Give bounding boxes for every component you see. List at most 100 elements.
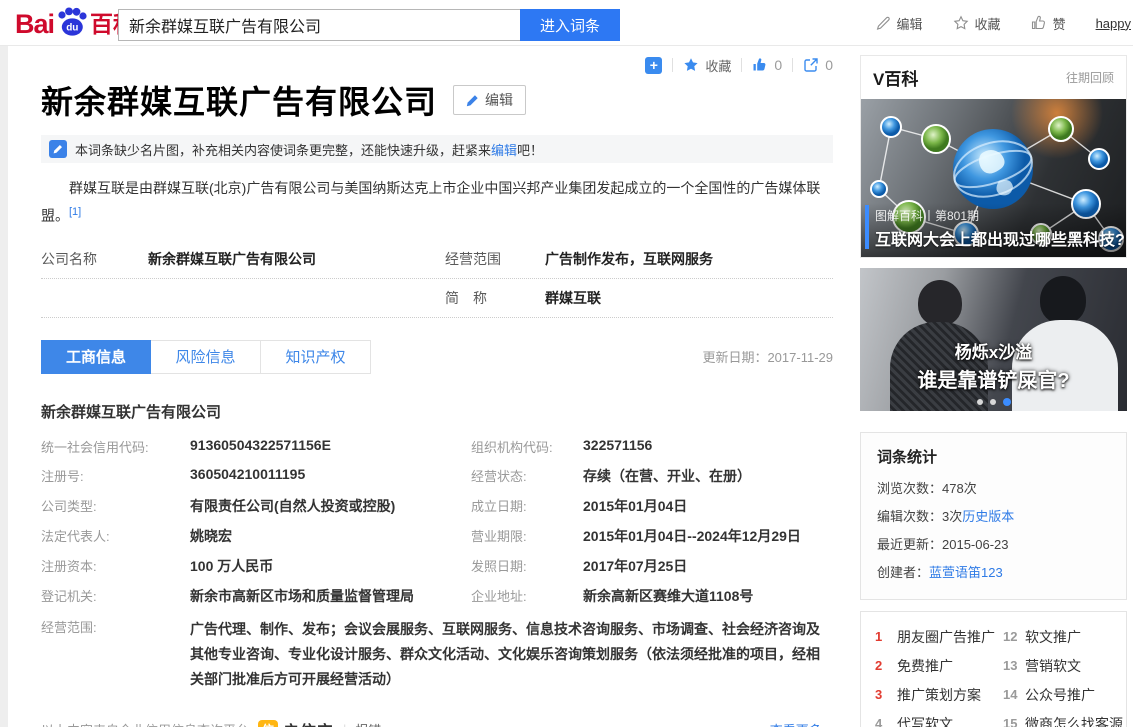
info-value: 2015年01月04日 [583, 491, 833, 521]
qixinbao-logo[interactable]: 信 启信宝 [258, 718, 334, 727]
divider [741, 58, 742, 72]
star-promo-card[interactable]: 杨烁x沙溢 谁是靠谱铲屎官? [860, 268, 1127, 411]
page-title: 新余群媒互联广告有限公司 [41, 77, 437, 123]
hot-search-label: 营销软文 [1025, 656, 1081, 676]
stats-edits-row: 编辑次数：3次历史版本 [877, 503, 1110, 531]
carousel-dot[interactable] [977, 399, 983, 405]
share-button[interactable]: 0 [803, 57, 833, 73]
infobox-row: 简 称 群媒互联 [41, 279, 833, 318]
thumb-up-outline-icon [1031, 15, 1047, 31]
infobox-value: 群媒互联 [545, 288, 833, 308]
header-edit-action[interactable]: 编辑 [876, 14, 923, 33]
hot-search-label: 微商怎么找客源 [1025, 714, 1123, 727]
info-label: 登记机关: [41, 581, 190, 611]
infobox-label: 简 称 [445, 288, 545, 308]
hot-search-item[interactable]: 13营销软文 [1003, 651, 1126, 680]
hot-search-card: 1朋友圈广告推广12软文推广2免费推广13营销软文3推广策划方案14公众号推广4… [860, 611, 1127, 727]
main-content: + 收藏 0 0 新余群媒互联广告有限公司 编辑 [41, 55, 833, 727]
tab-risk-info[interactable]: 风险信息 [151, 340, 261, 374]
hot-search-item[interactable]: 15微商怎么找客源 [1003, 709, 1126, 727]
stats-title: 词条统计 [877, 446, 1110, 467]
infobox-row: 公司名称 新余群媒互联广告有限公司 经营范围 广告制作发布，互联网服务 [41, 240, 833, 279]
info-value: 有限责任公司(自然人投资或控股) [190, 491, 471, 521]
hot-search-label: 免费推广 [897, 656, 953, 676]
stats-value: 3次 [942, 509, 962, 524]
view-more-link[interactable]: 查看更多 > [770, 720, 833, 727]
report-error-link[interactable]: 报错 [355, 720, 381, 727]
info-value: 91360504322571156E [190, 432, 471, 461]
baike-page: Bai du 百科 进入词条 编辑 收藏 [0, 0, 1133, 727]
qixinbao-icon: 信 [258, 720, 278, 727]
svg-text:du: du [66, 23, 78, 34]
notice-edit-link[interactable]: 编辑 [491, 143, 517, 158]
vbaike-feature-image[interactable]: 图解百科丨第801期 互联网大会上都出现过哪些黑科技? [861, 99, 1126, 257]
hot-search-label: 朋友圈广告推广 [897, 627, 995, 647]
top-actions: 编辑 收藏 赞 happy [876, 0, 1133, 46]
qixinbao-name: 启信宝 [283, 718, 334, 727]
divider [672, 58, 673, 72]
star-card-caption: 杨烁x沙溢 谁是靠谱铲屎官? [860, 338, 1127, 393]
hot-search-label: 代写软文 [897, 714, 953, 727]
hot-search-rank: 1 [875, 629, 891, 644]
entry-mini-toolbar: + 收藏 0 0 [41, 55, 833, 75]
hot-search-item[interactable]: 12 软文推广 [1003, 622, 1126, 651]
hot-search-label: 公众号推广 [1025, 685, 1095, 705]
creator-link[interactable]: 蓝萱语笛123 [929, 565, 1003, 580]
add-to-button[interactable]: + [645, 57, 662, 74]
hot-search-item[interactable]: 1 朋友圈广告推广 [875, 622, 1003, 651]
company-name-heading: 新余群媒互联广告有限公司 [41, 401, 833, 422]
hot-search-item[interactable]: 2免费推广 [875, 651, 1003, 680]
top-header: Bai du 百科 进入词条 编辑 收藏 [0, 0, 1133, 46]
info-label: 企业地址: [471, 581, 583, 611]
stats-label: 浏览次数： [877, 481, 942, 496]
stats-label: 创建者： [877, 565, 929, 580]
vbaike-caption: 图解百科丨第801期 互联网大会上都出现过哪些黑科技? [861, 203, 1126, 257]
star-filled-icon [683, 57, 699, 73]
hot-search-rank: 12 [1003, 629, 1019, 644]
summary-paragraph: 群媒互联是由群媒互联(北京)广告有限公司与美国纳斯达克上市企业中国兴邦产业集团发… [41, 176, 833, 228]
info-label: 公司类型: [41, 491, 190, 521]
summary-text: 群媒互联是由群媒互联(北京)广告有限公司与美国纳斯达克上市企业中国兴邦产业集团发… [41, 180, 820, 224]
notice-text: 本词条缺少名片图，补充相关内容使词条更完整，还能快速升级，赶紧来编辑吧！ [75, 140, 543, 159]
logo-bai: Bai [15, 9, 54, 39]
hot-search-label: 软文推广 [1025, 627, 1081, 647]
carousel-dot-active[interactable] [1003, 398, 1011, 406]
collect-button[interactable]: 收藏 [683, 56, 731, 75]
left-gutter [0, 46, 8, 727]
carousel-dot[interactable] [990, 399, 996, 405]
collect-label: 收藏 [705, 56, 731, 75]
stats-updated-row: 最近更新：2015-06-23 [877, 531, 1110, 559]
info-value: 360504210011195 [190, 461, 471, 491]
history-versions-link[interactable]: 历史版本 [962, 509, 1014, 524]
search-input[interactable] [118, 9, 520, 41]
hot-search-item[interactable]: 4 代写软文 [875, 709, 1003, 727]
edit-entry-button[interactable]: 编辑 [453, 85, 526, 115]
hot-search-item[interactable]: 3推广策划方案 [875, 680, 1003, 709]
person-silhouette [918, 280, 962, 326]
tab-business-info[interactable]: 工商信息 [41, 340, 151, 374]
source-row: 以上内容来自企业信用信息查询平台 信 启信宝 | 报错 查看更多 > [41, 718, 833, 727]
info-tabs: 工商信息 风险信息 知识产权 更新日期：2017-11-29 [41, 340, 833, 374]
stats-views-row: 浏览次数：478次 [877, 475, 1110, 503]
info-value: 2017年07月25日 [583, 551, 833, 581]
hot-search-label: 推广策划方案 [897, 685, 981, 705]
hot-search-rank: 4 [875, 716, 891, 727]
vbaike-card-title: 互联网大会上都出现过哪些黑科技? [875, 226, 1116, 250]
infobox-label: 经营范围 [445, 249, 545, 269]
stats-creator-row: 创建者：蓝萱语笛123 [877, 559, 1110, 587]
info-label: 经营范围: [41, 612, 190, 697]
vbaike-past-issues-link[interactable]: 往期回顾 [1066, 69, 1114, 86]
reference-link[interactable]: [1] [69, 206, 81, 218]
header-favorite-action[interactable]: 收藏 [953, 14, 1001, 33]
notice-post: 吧！ [517, 143, 543, 158]
enter-entry-button[interactable]: 进入词条 [520, 9, 620, 41]
info-label: 营业期限: [471, 521, 583, 551]
header-like-action[interactable]: 赞 [1031, 14, 1066, 33]
user-link[interactable]: happy [1096, 16, 1131, 31]
hot-search-item[interactable]: 14公众号推广 [1003, 680, 1126, 709]
tab-intellectual-property[interactable]: 知识产权 [261, 340, 371, 374]
person-silhouette [1040, 276, 1086, 324]
info-label: 成立日期: [471, 491, 583, 521]
blue-accent-bar [865, 205, 869, 249]
like-button[interactable]: 0 [752, 57, 782, 73]
